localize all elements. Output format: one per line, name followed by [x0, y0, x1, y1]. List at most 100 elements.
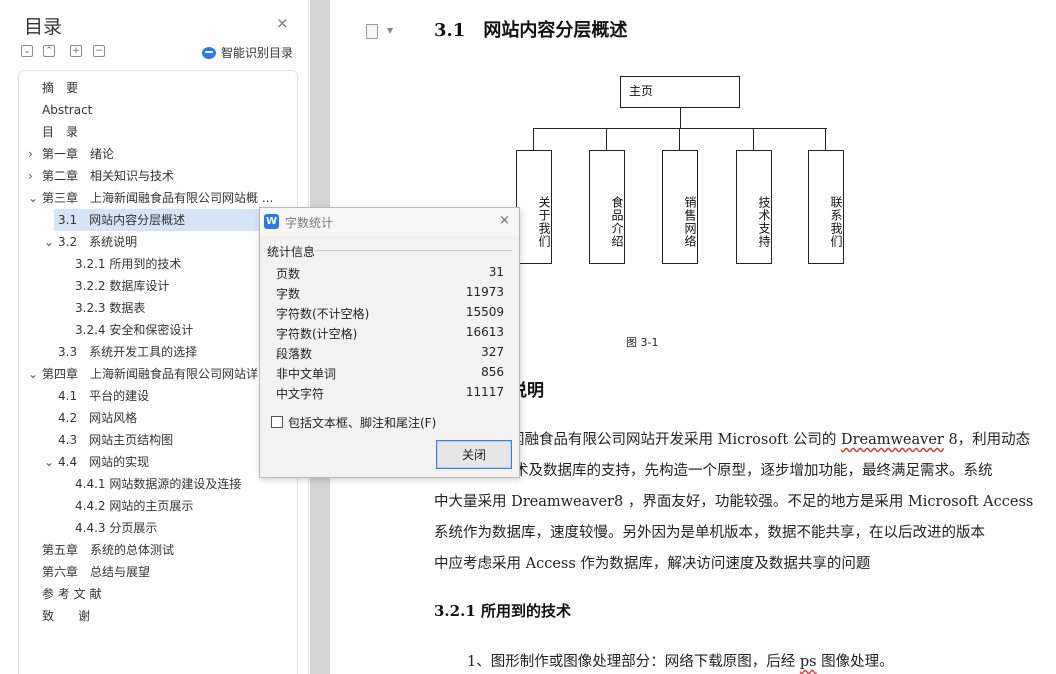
toc-close-icon[interactable]: ×: [276, 15, 289, 31]
dialog-titlebar[interactable]: W 字数统计 ×: [260, 208, 519, 236]
toc-item-label: 3.1 网站内容分层概述: [58, 213, 186, 227]
toc-item-label: 3.2.1 所用到的技术: [75, 257, 182, 271]
chevron-down-icon[interactable]: ⌄: [28, 363, 38, 385]
toc-item[interactable]: 3.2.4 安全和保密设计: [75, 319, 193, 341]
include-textbox-checkbox[interactable]: [271, 416, 283, 428]
toc-item[interactable]: › 第二章 相关知识与技术: [28, 165, 175, 187]
toc-item[interactable]: Abstract: [42, 99, 92, 121]
toc-item-label: 4.2 网站风格: [58, 411, 138, 425]
stat-label: 段落数: [276, 347, 313, 361]
divider: [316, 250, 512, 251]
list-item-text: 图像处理。: [816, 654, 894, 670]
toc-item[interactable]: 4.3 网站主页结构图: [58, 429, 173, 451]
close-button[interactable]: 关闭: [436, 440, 512, 469]
toc-item[interactable]: 3.2.1 所用到的技术: [75, 253, 181, 275]
subsection-heading: 3.2.1 所用到的技术: [434, 602, 571, 620]
toc-item[interactable]: 4.1 平台的建设: [58, 385, 149, 407]
toc-item[interactable]: ⌄ 3.2 系统说明: [44, 231, 137, 253]
toc-item-label: 4.3 网站主页结构图: [58, 433, 174, 447]
diagram-child-node: 联系我们: [808, 150, 844, 264]
toc-item-label: 3.2.2 数据库设计: [75, 279, 170, 293]
toc-item-label: 4.4.1 网站数据源的建设及连接: [75, 477, 242, 491]
stat-value: 11973: [465, 285, 504, 299]
chevron-down-icon[interactable]: ⌄: [28, 187, 38, 209]
stat-value: 11117: [465, 385, 504, 399]
list-item-text: 1、图形制作或图像处理部分：网络下载原图，后经: [467, 654, 800, 670]
paragraph-line: 系统作为数据库，速度较慢。另外因为是单机版本，数据不能共享，在以后改进的版本: [434, 525, 985, 541]
diagram-connector: [533, 128, 827, 129]
diagram-connector: [533, 128, 534, 150]
smart-toc-button[interactable]: 智能识别目录: [202, 44, 293, 61]
toc-item[interactable]: 3.2.2 数据库设计: [75, 275, 169, 297]
stat-value: 327: [481, 345, 504, 359]
toc-item[interactable]: 3.3 系统开发工具的选择: [58, 341, 197, 363]
toc-item[interactable]: 4.2 网站风格: [58, 407, 137, 429]
diagram-child-node: 关于我们: [516, 150, 552, 264]
stat-label: 中文字符: [276, 387, 325, 401]
toc-item[interactable]: › 第一章 绪论: [28, 143, 114, 165]
spellcheck-word: Dreamweaver: [840, 432, 944, 448]
paragraph-line: 中大量采用 Dreamweaver8 ，界面友好，功能较强。不足的地方是采用 M…: [434, 494, 1034, 510]
toc-item-label: 4.4.3 分页展示: [75, 521, 158, 535]
add-heading-icon[interactable]: +: [70, 45, 82, 57]
chevron-down-icon[interactable]: ▼: [387, 26, 393, 35]
toc-item[interactable]: 4.4.2 网站的主页展示: [75, 495, 193, 517]
toc-item-label: 3.2.3 数据表: [75, 301, 146, 315]
diagram-connector: [606, 128, 607, 150]
toc-item-label: 3.3 系统开发工具的选择: [58, 345, 198, 359]
diagram-child-node: 销售网络: [662, 150, 698, 264]
expand-up-icon[interactable]: ⌃: [43, 45, 55, 57]
chevron-down-icon[interactable]: ⌄: [44, 451, 54, 473]
paragraph-text: 8，利用动态: [943, 432, 1031, 448]
toc-item-label: Abstract: [42, 103, 93, 117]
toc-item[interactable]: 参 考 文 献: [42, 583, 101, 605]
stat-label: 页数: [276, 267, 301, 281]
stats-section-label: 统计信息: [267, 245, 316, 259]
toc-item[interactable]: ⌄ 第四章 上海新闻融食品有限公司网站详: [28, 363, 259, 385]
diagram-connector: [825, 128, 826, 150]
section-title: 3.1 网站内容分层概述: [434, 20, 628, 41]
toc-item-label: 致 谢: [42, 609, 91, 623]
diagram-connector: [753, 128, 754, 150]
smart-toc-label: 智能识别目录: [221, 46, 294, 60]
toc-item[interactable]: 4.4.1 网站数据源的建设及连接: [75, 473, 241, 495]
toc-item[interactable]: 4.4.3 分页展示: [75, 517, 157, 539]
toc-item-label: 第四章 上海新闻融食品有限公司网站详: [42, 367, 259, 381]
document-icon[interactable]: [366, 24, 378, 39]
paragraph-line: 中应考虑采用 Access 作为数据库，解决访问速度及数据共享的问题: [434, 556, 871, 572]
toc-item-label: 第二章 相关知识与技术: [42, 169, 175, 183]
diagram-child-node: 技术支持: [736, 150, 772, 264]
toc-item-label: 3.2.4 安全和保密设计: [75, 323, 194, 337]
chevron-right-icon[interactable]: ›: [28, 165, 33, 187]
diagram-child-node: 食品介绍: [589, 150, 625, 264]
paragraph-line: 术及数据库的支持，先构造一个原型，逐步增加功能，最终满足需求。系统: [514, 463, 993, 479]
stat-value: 15509: [465, 305, 504, 319]
toc-item[interactable]: 3.2.3 数据表: [75, 297, 145, 319]
toc-item[interactable]: 目 录: [42, 121, 78, 143]
toc-item[interactable]: 第六章 总结与展望: [42, 561, 150, 583]
toc-item[interactable]: 第五章 系统的总体测试: [42, 539, 174, 561]
toc-item[interactable]: ⌄ 4.4 网站的实现: [44, 451, 149, 473]
collapse-all-icon[interactable]: ⌄: [21, 45, 33, 57]
toc-item[interactable]: ⌄ 第三章 上海新闻融食品有限公司网站概 ...: [28, 187, 273, 209]
diagram-connector: [680, 108, 681, 128]
include-textbox-label[interactable]: 包括文本框、脚注和尾注(F): [288, 414, 436, 431]
toc-item-label: 目 录: [42, 125, 79, 139]
toc-item[interactable]: 致 谢: [42, 605, 90, 627]
site-structure-diagram: 主页 关于我们 食品介绍 销售网络 技术支持 联系我们: [516, 76, 846, 266]
stat-value: 16613: [465, 325, 504, 339]
spellcheck-word: ps: [799, 654, 817, 670]
list-item: 1、图形制作或图像处理部分：网络下载原图，后经 ps 图像处理。: [467, 650, 894, 671]
remove-heading-icon[interactable]: −: [93, 45, 105, 57]
toc-item[interactable]: 摘 要: [42, 77, 78, 99]
stat-label: 字数: [276, 287, 301, 301]
chevron-right-icon[interactable]: ›: [28, 143, 33, 165]
chevron-down-icon[interactable]: ⌄: [44, 231, 54, 253]
toc-item[interactable]: 3.1 网站内容分层概述: [54, 209, 280, 231]
toc-item-label: 第五章 系统的总体测试: [42, 543, 175, 557]
dialog-close-icon[interactable]: ×: [499, 213, 510, 228]
toc-item-label: 4.4.2 网站的主页展示: [75, 499, 194, 513]
toc-item-label: 第六章 总结与展望: [42, 565, 151, 579]
toc-item-label: 4.1 平台的建设: [58, 389, 150, 403]
stat-value: 856: [481, 365, 504, 379]
